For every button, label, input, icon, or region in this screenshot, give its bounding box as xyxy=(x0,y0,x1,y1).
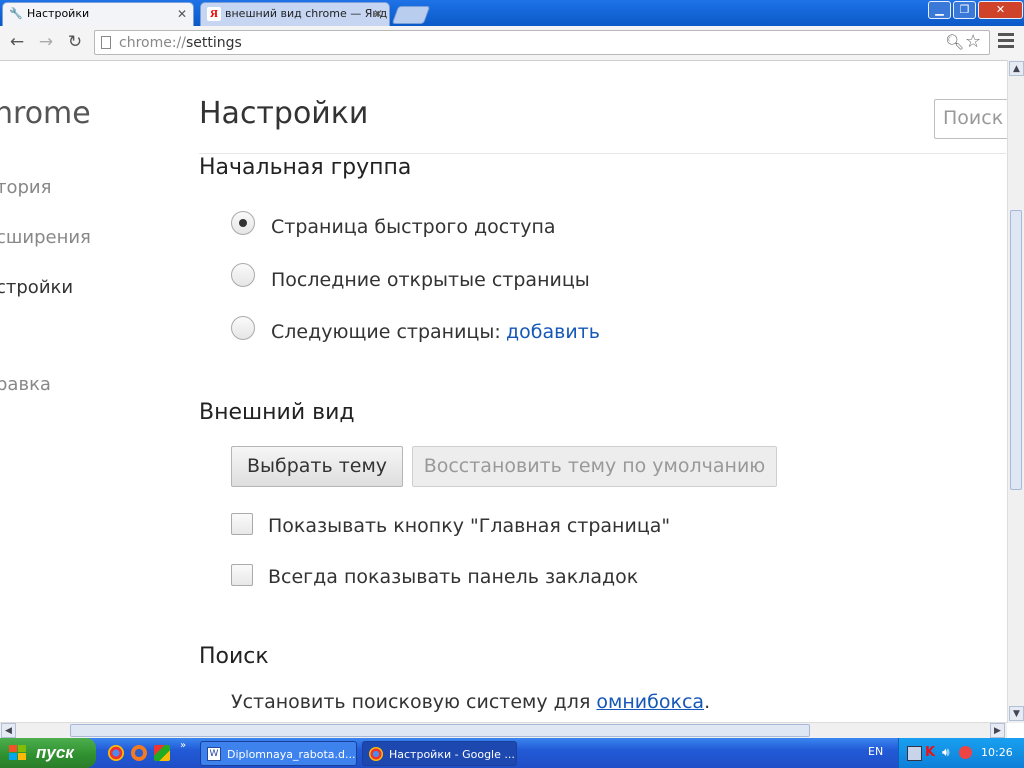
tab-title: внешний вид chrome — Янд xyxy=(225,7,388,20)
forward-arrow-icon[interactable]: → xyxy=(35,31,57,53)
close-icon[interactable]: ✕ xyxy=(373,3,383,25)
taskbar: пуск » W Diplomnaya_rabota.d... Настройк… xyxy=(0,738,1024,768)
title-bar: 🔧 Настройки ✕ Я внешний вид chrome — Янд… xyxy=(0,0,1024,26)
radio-label: Последние открытые страницы xyxy=(271,269,590,291)
sidebar-item-history[interactable]: тория xyxy=(0,177,51,198)
tab-settings[interactable]: 🔧 Настройки ✕ xyxy=(2,2,194,26)
chrome-icon[interactable] xyxy=(108,745,124,761)
add-pages-link[interactable]: добавить xyxy=(506,321,600,343)
sidebar-title: hrome xyxy=(0,96,91,131)
star-icon[interactable]: ☆ xyxy=(965,31,981,52)
sidebar-item-help[interactable]: равка xyxy=(0,374,51,395)
radio-new-tab-page[interactable] xyxy=(231,211,255,235)
choose-theme-button[interactable]: Выбрать тему xyxy=(231,446,403,487)
window-close-button[interactable]: ✕ xyxy=(978,1,1023,19)
taskbar-item-chrome[interactable]: Настройки - Google ... xyxy=(362,741,517,766)
radio-open-specific-pages[interactable] xyxy=(231,316,255,340)
page-icon xyxy=(101,36,111,49)
vertical-scrollbar[interactable]: ▲ ▼ xyxy=(1007,60,1024,723)
picasa-icon[interactable] xyxy=(154,745,170,761)
scroll-down-icon[interactable]: ▼ xyxy=(1009,706,1024,721)
update-icon[interactable] xyxy=(959,746,972,759)
radio-label: Страница быстрого доступа xyxy=(271,216,556,238)
startup-section-title: Начальная группа xyxy=(199,155,412,180)
taskbar-item-word[interactable]: W Diplomnaya_rabota.d... xyxy=(200,741,357,766)
checkbox-label: Всегда показывать панель закладок xyxy=(268,566,639,588)
address-bar[interactable]: chrome://settings 🔍︎ ☆ xyxy=(94,30,990,55)
close-icon[interactable]: ✕ xyxy=(177,3,187,25)
firefox-icon[interactable] xyxy=(131,745,147,761)
appearance-section-title: Внешний вид xyxy=(199,400,355,425)
more-icon[interactable]: » xyxy=(180,740,186,751)
reset-theme-button[interactable]: Восстановить тему по умолчанию xyxy=(412,446,777,487)
show-bookmarks-bar-checkbox[interactable] xyxy=(231,564,253,586)
horizontal-scroll-thumb[interactable] xyxy=(70,724,810,737)
windows-flag-icon xyxy=(9,745,26,760)
start-button[interactable]: пуск xyxy=(0,738,96,768)
antivirus-icon[interactable]: K xyxy=(925,746,938,759)
address-text[interactable]: chrome://settings xyxy=(119,35,242,51)
language-indicator[interactable]: EN xyxy=(868,745,883,758)
back-arrow-icon[interactable]: ← xyxy=(6,31,28,53)
scroll-right-icon[interactable]: ▶ xyxy=(990,723,1005,738)
omnibox-link[interactable]: омнибокса xyxy=(596,691,704,713)
horizontal-scrollbar[interactable]: ◀ ▶ xyxy=(0,722,1007,739)
menu-icon[interactable] xyxy=(998,33,1014,51)
divider xyxy=(199,153,1006,154)
scroll-up-icon[interactable]: ▲ xyxy=(1009,61,1024,76)
radio-label: Следующие страницы: xyxy=(271,321,501,343)
word-doc-icon: W xyxy=(207,747,221,761)
vertical-scroll-thumb[interactable] xyxy=(1010,210,1022,490)
radio-continue-where-left[interactable] xyxy=(231,263,255,287)
volume-icon[interactable]: 🔊︎ xyxy=(942,746,955,759)
page-title: Настройки xyxy=(199,96,369,131)
new-tab-button[interactable] xyxy=(391,6,431,24)
chrome-icon xyxy=(369,747,383,761)
tab-title: Настройки xyxy=(27,7,90,20)
maximize-button[interactable]: ❐ xyxy=(953,1,976,19)
wrench-icon: 🔧 xyxy=(9,7,23,20)
minimize-button[interactable]: ▁ xyxy=(928,1,951,19)
toolbar: ← → ↻ chrome://settings 🔍︎ ☆ xyxy=(0,26,1024,61)
clock[interactable]: 10:26 xyxy=(981,746,1013,759)
tab-yandex[interactable]: Я внешний вид chrome — Янд ✕ xyxy=(200,2,390,26)
checkbox-label: Показывать кнопку "Главная страница" xyxy=(268,515,671,537)
network-icon[interactable] xyxy=(907,746,922,761)
show-home-button-checkbox[interactable] xyxy=(231,513,253,535)
scroll-left-icon[interactable]: ◀ xyxy=(1,723,16,738)
sidebar-item-settings[interactable]: стройки xyxy=(0,277,73,298)
system-tray: K 🔊︎ 10:26 xyxy=(898,738,1024,768)
sidebar-item-extensions[interactable]: сширения xyxy=(0,227,91,248)
yandex-icon: Я xyxy=(207,7,221,21)
zoom-icon[interactable]: 🔍︎ xyxy=(945,33,964,51)
search-engine-text: Установить поисковую систему для омнибок… xyxy=(231,691,711,713)
reload-icon[interactable]: ↻ xyxy=(64,31,86,53)
search-section-title: Поиск xyxy=(199,644,269,669)
